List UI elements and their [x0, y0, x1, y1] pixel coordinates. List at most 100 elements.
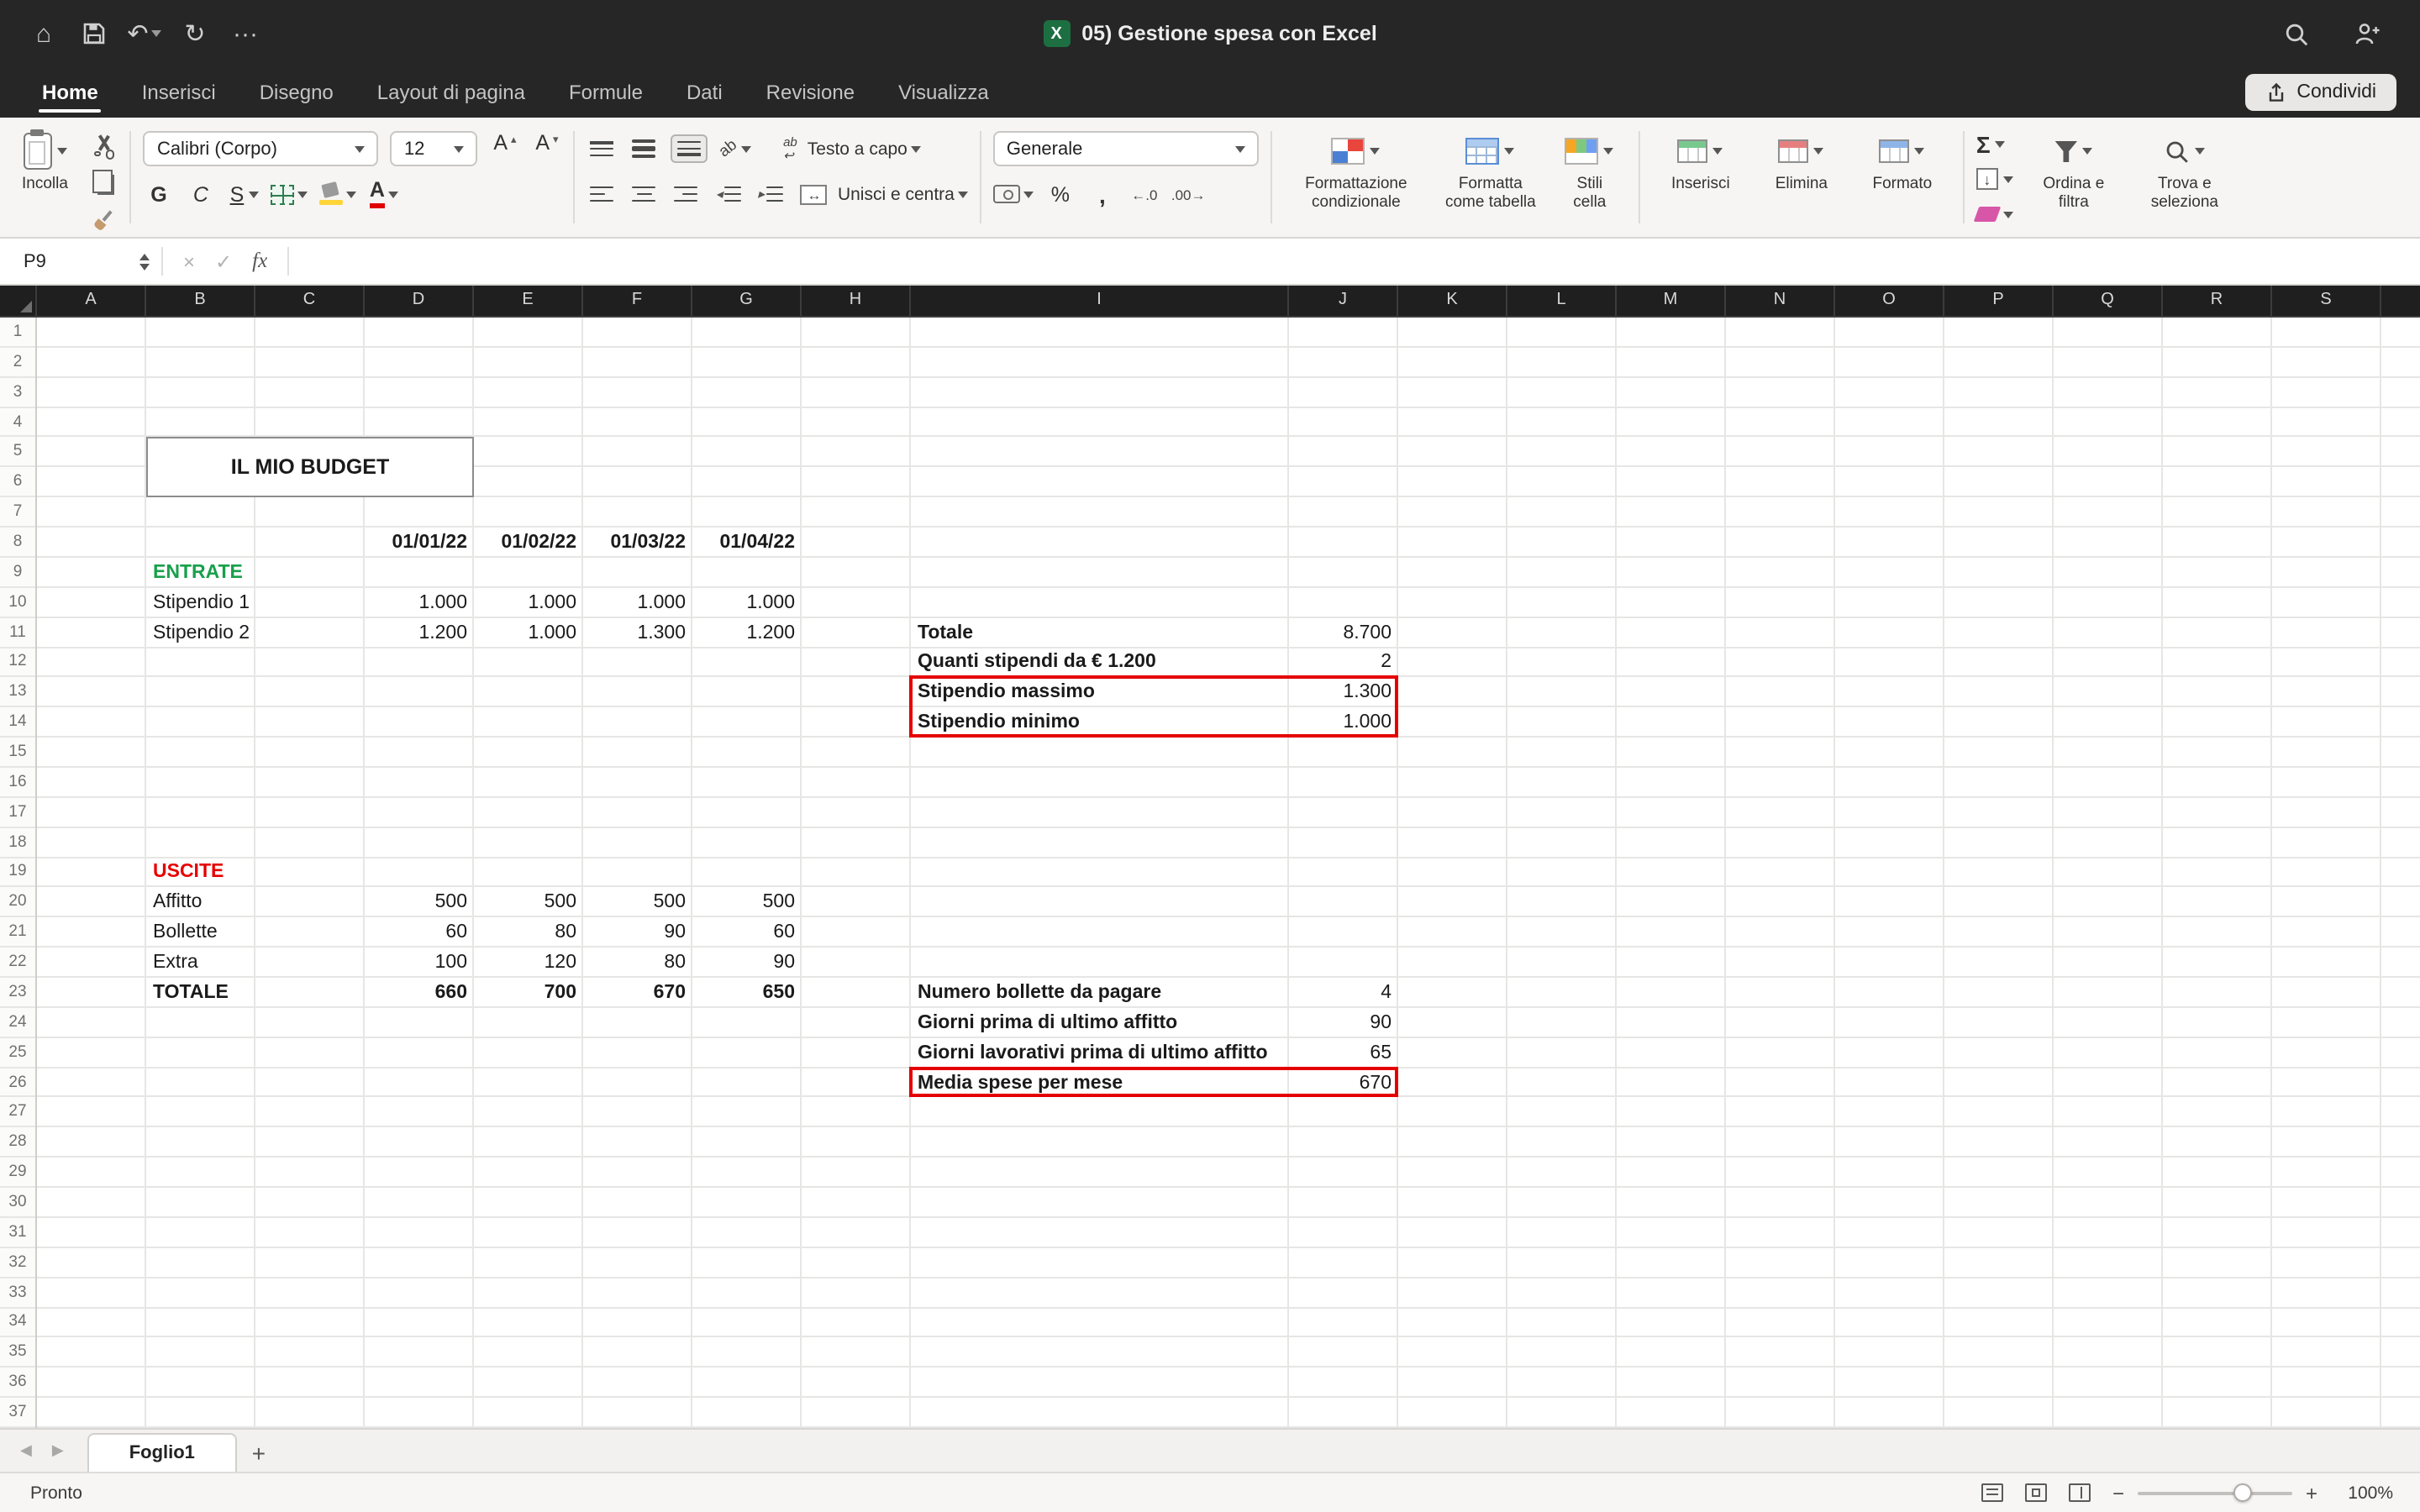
cell-B5[interactable]: IL MIO BUDGET	[146, 438, 474, 497]
page-layout-view-icon[interactable]	[2025, 1483, 2047, 1502]
copy-button[interactable]	[88, 168, 118, 197]
row-header-30[interactable]: 30	[0, 1188, 35, 1218]
row-header-22[interactable]: 22	[0, 948, 35, 978]
row-header-37[interactable]: 37	[0, 1398, 35, 1428]
increase-font-button[interactable]: A▴	[490, 130, 520, 167]
row-header-10[interactable]: 10	[0, 588, 35, 618]
italic-button[interactable]: C	[186, 176, 216, 213]
row-header-8[interactable]: 8	[0, 528, 35, 558]
row-header-23[interactable]: 23	[0, 978, 35, 1008]
add-sheet-button[interactable]: +	[237, 1433, 281, 1472]
cell-styles-button[interactable]: Stili cella	[1553, 126, 1627, 228]
cell-J24[interactable]: 90	[1289, 1008, 1398, 1038]
cell-I11[interactable]: Totale	[911, 617, 1289, 648]
cell-E20[interactable]: 500	[474, 888, 583, 918]
row-header-34[interactable]: 34	[0, 1308, 35, 1338]
paste-button[interactable]: Incolla	[15, 126, 75, 199]
cell-E11[interactable]: 1.000	[474, 617, 583, 648]
cell-E21[interactable]: 80	[474, 918, 583, 948]
search-icon[interactable]	[2275, 13, 2316, 54]
normal-view-icon[interactable]	[1981, 1483, 2003, 1502]
orientation-button[interactable]: ab	[720, 130, 751, 167]
column-header-I[interactable]: I	[911, 286, 1289, 316]
zoom-out-button[interactable]: −	[2112, 1481, 2124, 1504]
grid-canvas[interactable]: IL MIO BUDGET01/01/2201/02/2201/03/2201/…	[37, 318, 2420, 1428]
cell-D23[interactable]: 660	[365, 978, 474, 1008]
cell-E22[interactable]: 120	[474, 948, 583, 978]
row-header-19[interactable]: 19	[0, 858, 35, 888]
column-header-K[interactable]: K	[1398, 286, 1507, 316]
cell-D22[interactable]: 100	[365, 948, 474, 978]
name-box[interactable]: P9	[0, 239, 161, 284]
row-header-18[interactable]: 18	[0, 827, 35, 858]
cell-F20[interactable]: 500	[583, 888, 692, 918]
row-header-16[interactable]: 16	[0, 768, 35, 798]
percent-style-button[interactable]: %	[1045, 176, 1076, 213]
column-header-L[interactable]: L	[1507, 286, 1617, 316]
zoom-slider[interactable]	[2138, 1491, 2292, 1494]
bold-button[interactable]: G	[144, 176, 174, 213]
font-size-select[interactable]: 12	[391, 131, 478, 166]
cell-G21[interactable]: 60	[692, 918, 802, 948]
cell-D11[interactable]: 1.200	[365, 617, 474, 648]
clear-button[interactable]	[1976, 200, 2013, 228]
row-header-33[interactable]: 33	[0, 1278, 35, 1308]
cell-B23[interactable]: TOTALE	[146, 978, 255, 1008]
cell-G20[interactable]: 500	[692, 888, 802, 918]
cell-B9[interactable]: ENTRATE	[146, 558, 255, 588]
insert-function-button[interactable]: fx	[252, 249, 267, 274]
tab-home[interactable]: Home	[20, 67, 120, 118]
cell-E8[interactable]: 01/02/22	[474, 528, 583, 558]
column-header-F[interactable]: F	[583, 286, 692, 316]
select-all-corner[interactable]	[0, 286, 37, 318]
format-as-table-button[interactable]: Formatta come tabella	[1432, 126, 1549, 228]
fill-button[interactable]: ↓	[1976, 165, 2013, 193]
row-header-36[interactable]: 36	[0, 1368, 35, 1399]
cell-I13[interactable]: Stipendio massimo	[911, 678, 1289, 708]
row-header-5[interactable]: 5	[0, 438, 35, 468]
cell-I24[interactable]: Giorni prima di ultimo affitto	[911, 1008, 1289, 1038]
increase-indent-button[interactable]: ▸	[755, 176, 786, 213]
cell-G22[interactable]: 90	[692, 948, 802, 978]
cell-J11[interactable]: 8.700	[1289, 617, 1398, 648]
tab-visualizza[interactable]: Visualizza	[876, 67, 1011, 118]
decrease-font-button[interactable]: A▾	[532, 130, 562, 167]
tab-layout-di-pagina[interactable]: Layout di pagina	[355, 67, 547, 118]
fill-color-button[interactable]	[320, 176, 357, 213]
home-icon[interactable]: ⌂	[24, 13, 64, 54]
cell-G8[interactable]: 01/04/22	[692, 528, 802, 558]
cell-J25[interactable]: 65	[1289, 1038, 1398, 1068]
zoom-in-button[interactable]: +	[2306, 1481, 2317, 1504]
row-header-17[interactable]: 17	[0, 798, 35, 828]
cell-F10[interactable]: 1.000	[583, 588, 692, 618]
decrease-decimal-button[interactable]: ←.0	[1129, 176, 1160, 213]
cell-F11[interactable]: 1.300	[583, 617, 692, 648]
cell-D21[interactable]: 60	[365, 918, 474, 948]
cell-J12[interactable]: 2	[1289, 648, 1398, 678]
column-header-Q[interactable]: Q	[2054, 286, 2163, 316]
cell-F8[interactable]: 01/03/22	[583, 528, 692, 558]
sheet-nav-next-button[interactable]: ▶	[42, 1430, 74, 1472]
cell-B11[interactable]: Stipendio 2	[146, 617, 255, 648]
number-format-select[interactable]: Generale	[993, 131, 1259, 166]
row-header-26[interactable]: 26	[0, 1068, 35, 1098]
cell-E10[interactable]: 1.000	[474, 588, 583, 618]
row-header-25[interactable]: 25	[0, 1038, 35, 1068]
tab-dati[interactable]: Dati	[665, 67, 744, 118]
column-header-H[interactable]: H	[802, 286, 911, 316]
undo-button[interactable]: ↶	[124, 13, 165, 54]
row-header-9[interactable]: 9	[0, 558, 35, 588]
row-header-7[interactable]: 7	[0, 497, 35, 528]
tab-inserisci[interactable]: Inserisci	[120, 67, 238, 118]
row-header-1[interactable]: 1	[0, 318, 35, 348]
row-header-32[interactable]: 32	[0, 1248, 35, 1278]
row-header-24[interactable]: 24	[0, 1008, 35, 1038]
cell-I23[interactable]: Numero bollette da pagare	[911, 978, 1289, 1008]
format-painter-button[interactable]	[88, 205, 118, 234]
row-header-6[interactable]: 6	[0, 468, 35, 498]
cell-B19[interactable]: USCITE	[146, 858, 255, 888]
cell-G23[interactable]: 650	[692, 978, 802, 1008]
cell-J13[interactable]: 1.300	[1289, 678, 1398, 708]
cell-D10[interactable]: 1.000	[365, 588, 474, 618]
row-header-29[interactable]: 29	[0, 1158, 35, 1188]
